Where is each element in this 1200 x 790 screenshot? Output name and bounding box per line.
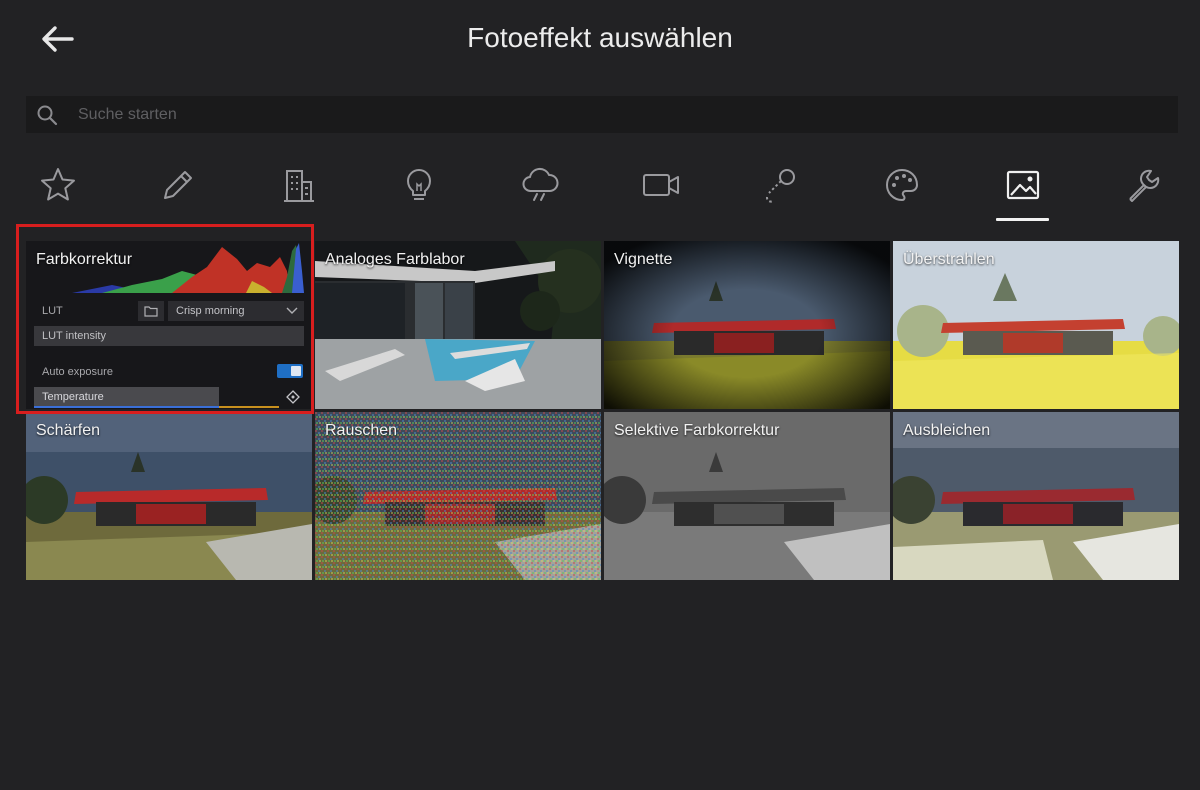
search-icon — [37, 105, 58, 126]
category-edit[interactable] — [152, 164, 202, 212]
lut-intensity-slider[interactable]: LUT intensity — [34, 326, 304, 346]
temperature-slider[interactable]: Temperature — [34, 387, 304, 408]
temperature-label: Temperature — [42, 391, 104, 403]
lut-row: LUT Crisp morning — [34, 301, 304, 321]
effect-label: Schärfen — [36, 422, 101, 439]
effect-tile-selektive-farbkorrektur[interactable]: Selektive Farbkorrektur — [604, 412, 890, 580]
effect-label: Ausbleichen — [903, 422, 991, 439]
temperature-track-warm — [219, 406, 279, 408]
lut-select[interactable]: Crisp morning — [168, 301, 304, 321]
cloud-rain-icon — [522, 167, 559, 201]
effect-label: Farbkorrektur — [36, 251, 133, 268]
effect-tile-rauschen[interactable]: Rauschen — [315, 412, 601, 580]
keyframe-diamond-icon[interactable] — [286, 390, 300, 404]
effect-label: Vignette — [614, 251, 673, 268]
effect-label: Rauschen — [325, 422, 398, 439]
category-tools[interactable] — [1118, 164, 1168, 212]
chevron-down-icon — [286, 307, 298, 314]
category-buildings[interactable] — [273, 164, 323, 212]
wrench-icon — [1129, 169, 1160, 202]
star-icon — [41, 168, 75, 201]
search-bar[interactable] — [26, 96, 1178, 133]
auto-exposure-label: Auto exposure — [42, 366, 113, 378]
category-bar — [0, 160, 1200, 221]
effect-label: Selektive Farbkorrektur — [614, 422, 780, 439]
effect-label: Analoges Farblabor — [325, 251, 465, 268]
category-lighting[interactable] — [393, 164, 443, 212]
video-camera-icon — [643, 174, 679, 196]
folder-icon — [144, 306, 158, 317]
category-style[interactable] — [876, 164, 926, 212]
category-video[interactable] — [635, 164, 685, 212]
lasso-icon — [765, 169, 795, 203]
effect-tile-farbkorrektur[interactable]: Farbkorrektur LUT Crisp morning LUT inte… — [26, 241, 312, 409]
category-weather[interactable] — [514, 164, 564, 212]
category-favorites[interactable] — [32, 164, 82, 212]
image-icon — [1006, 170, 1040, 200]
effect-tile-analoges-farblabor[interactable]: Analoges Farblabor — [315, 241, 601, 409]
toggle-knob — [291, 366, 301, 376]
effect-tile-schaerfen[interactable]: Schärfen — [26, 412, 312, 580]
search-input[interactable] — [78, 96, 1158, 133]
lightbulb-icon — [407, 169, 431, 200]
effect-tile-vignette[interactable]: Vignette — [604, 241, 890, 409]
auto-exposure-row: Auto exposure — [34, 363, 304, 381]
palette-icon — [886, 168, 919, 202]
lut-select-value: Crisp morning — [176, 305, 245, 317]
page-title: Fotoeffekt auswählen — [467, 22, 733, 53]
effect-tile-ausbleichen[interactable]: Ausbleichen — [893, 412, 1179, 580]
building-icon — [284, 170, 314, 202]
effect-label: Überstrahlen — [903, 251, 995, 268]
effect-tile-ueberstrahlen[interactable]: Überstrahlen — [893, 241, 1179, 409]
category-photo[interactable] — [996, 164, 1049, 221]
pencil-icon — [164, 171, 192, 199]
category-selection[interactable] — [755, 164, 805, 212]
lut-intensity-label: LUT intensity — [42, 330, 106, 342]
auto-exposure-toggle[interactable] — [277, 364, 303, 378]
header: Fotoeffekt auswählen — [0, 0, 1200, 80]
temperature-track-cool — [34, 406, 219, 408]
lut-folder-button[interactable] — [138, 301, 164, 321]
lut-label: LUT — [42, 305, 63, 317]
